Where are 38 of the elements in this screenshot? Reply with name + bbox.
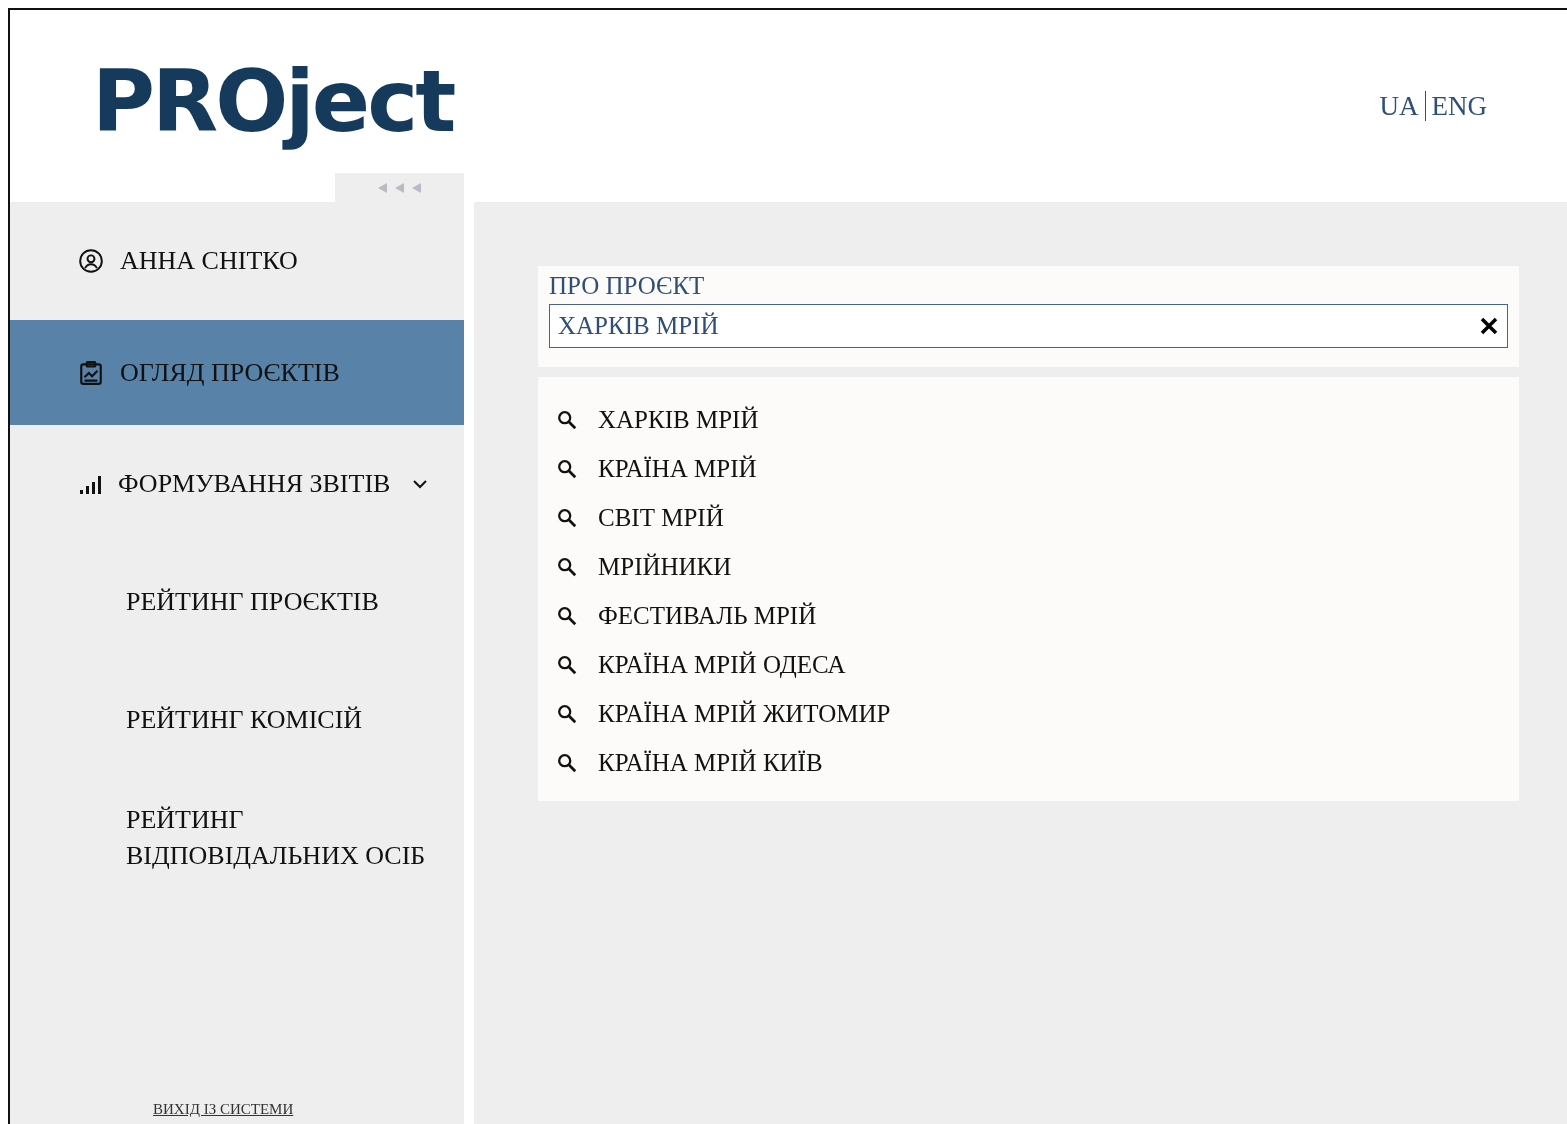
search-icon <box>556 457 578 480</box>
clipboard-chart-icon <box>78 359 104 386</box>
search-icon <box>556 408 578 431</box>
suggestion-item[interactable]: ХАРКІВ МРІЙ <box>598 405 759 434</box>
sidebar-item-label: ФОРМУВАННЯ ЗВІТІВ <box>118 469 391 499</box>
triangle-left-icon <box>378 182 387 193</box>
search-icon <box>556 604 578 627</box>
sidebar-item[interactable]: АННА СНІТКО <box>10 202 464 320</box>
suggestion-item[interactable]: КРАЇНА МРІЙ ОДЕСА <box>598 650 846 679</box>
sidebar-subitem[interactable]: РЕЙТИНГ ВІДПОВІДАЛЬНИХ ОСІБ <box>10 779 464 897</box>
sidebar-item[interactable]: ОГЛЯД ПРОЄКТІВ <box>10 320 464 425</box>
search-icon <box>556 653 578 676</box>
sidebar-item[interactable]: ФОРМУВАННЯ ЗВІТІВ <box>10 425 464 543</box>
sidebar-item-label: ОГЛЯД ПРОЄКТІВ <box>120 357 340 388</box>
search-icon <box>556 751 578 774</box>
field-label: ПРО ПРОЄКТ <box>549 272 706 300</box>
logout-link[interactable]: ВИХІД ІЗ СИСТЕМИ <box>153 1101 294 1118</box>
logo: PROject <box>92 51 454 151</box>
suggestion-item[interactable]: КРАЇНА МРІЙ <box>598 454 757 483</box>
triangle-left-icon <box>412 182 421 193</box>
search-icon <box>556 506 578 529</box>
sidebar-item-label: АННА СНІТКО <box>120 246 298 276</box>
search-icon <box>556 555 578 578</box>
suggestion-item[interactable]: КРАЇНА МРІЙ ЖИТОМИР <box>598 699 891 728</box>
search-field[interactable]: ХАРКІВ МРІЙ <box>549 304 1508 348</box>
language-link[interactable]: UA <box>1379 90 1419 122</box>
sidebar-subitem[interactable]: РЕЙТИНГ ПРОЄКТІВ <box>10 543 464 661</box>
bar-chart-icon <box>78 473 102 495</box>
suggestion-item[interactable]: КРАЇНА МРІЙ КИЇВ <box>598 748 823 777</box>
language-link[interactable]: ENG <box>1431 90 1487 122</box>
sidebar-subitem[interactable]: РЕЙТИНГ КОМІСІЙ <box>10 661 464 779</box>
suggestion-item[interactable]: МРІЙНИКИ <box>598 552 732 581</box>
close-icon[interactable] <box>1480 317 1498 335</box>
search-icon <box>556 702 578 725</box>
suggestion-item[interactable]: ФЕСТИВАЛЬ МРІЙ <box>598 601 817 630</box>
suggestion-item[interactable]: СВІТ МРІЙ <box>598 503 724 532</box>
user-icon <box>78 248 104 274</box>
triangle-left-icon <box>395 182 404 193</box>
